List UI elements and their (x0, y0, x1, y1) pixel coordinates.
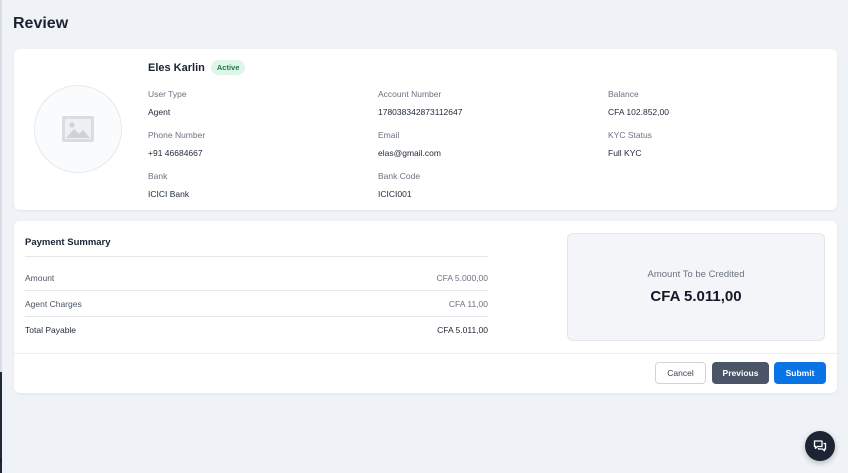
profile-name: Eles Karlin (148, 61, 205, 74)
page-title: Review (13, 15, 69, 32)
email-field: Email elas@gmail.com (378, 130, 441, 158)
payment-summary-title: Payment Summary (25, 237, 111, 248)
image-placeholder-icon (62, 116, 94, 142)
profile-name-row: Eles Karlin Active (148, 60, 246, 75)
chat-button[interactable] (805, 431, 835, 461)
profile-card: Eles Karlin Active User Type Agent Accou… (14, 49, 837, 210)
chevron-left-icon[interactable]: ‹ (0, 455, 3, 467)
bank-label: Bank (148, 171, 168, 181)
amount-credited-box: Amount To be Credited CFA 5.011,00 (567, 233, 825, 341)
kyc-status-field: KYC Status Full KYC (608, 130, 652, 158)
chat-bubbles-icon (813, 440, 827, 452)
summary-row-total-payable: Total Payable CFA 5.011,00 (25, 317, 488, 343)
kyc-status-value: Full KYC (608, 148, 642, 158)
status-badge: Active (210, 60, 246, 75)
bank-code-field: Bank Code ICICI001 (378, 171, 420, 199)
balance-value: CFA 102.852,00 (608, 107, 669, 117)
amount-credited-label: Amount To be Credited (647, 269, 745, 280)
phone-number-value: +91 46684667 (148, 148, 203, 158)
footer-divider (14, 353, 837, 354)
balance-label: Balance (608, 89, 639, 99)
amount-credited-value: CFA 5.011,00 (650, 288, 742, 305)
email-label: Email (378, 130, 400, 140)
balance-field: Balance CFA 102.852,00 (608, 89, 669, 117)
summary-row-amount: Amount CFA 5.000,00 (25, 265, 488, 291)
user-type-label: User Type (148, 89, 187, 99)
summary-row-value: CFA 11,00 (448, 298, 488, 309)
summary-row-value: CFA 5.000,00 (436, 272, 488, 283)
bank-code-value: ICICI001 (378, 189, 412, 199)
cancel-button[interactable]: Cancel (655, 362, 706, 384)
summary-row-value: CFA 5.011,00 (437, 325, 488, 335)
user-type-field: User Type Agent (148, 89, 187, 117)
bank-code-label: Bank Code (378, 171, 421, 181)
user-type-value: Agent (148, 107, 171, 117)
summary-row-label: Total Payable (25, 325, 77, 335)
email-value: elas@gmail.com (378, 148, 441, 158)
account-number-field: Account Number 178038342873112647 (378, 89, 462, 117)
previous-button[interactable]: Previous (712, 362, 769, 384)
account-number-label: Account Number (378, 89, 442, 99)
avatar (34, 85, 122, 173)
submit-button[interactable]: Submit (774, 362, 826, 384)
bank-value: ICICI Bank (148, 189, 190, 199)
payment-summary-card: Payment Summary Amount CFA 5.000,00 Agen… (14, 221, 837, 393)
phone-number-field: Phone Number +91 46684667 (148, 130, 205, 158)
phone-number-label: Phone Number (148, 130, 206, 140)
account-number-value: 178038342873112647 (378, 107, 463, 117)
bank-field: Bank ICICI Bank (148, 171, 189, 199)
summary-row-agent-charges: Agent Charges CFA 11,00 (25, 291, 488, 317)
kyc-status-label: KYC Status (608, 130, 652, 140)
summary-row-label: Amount (25, 272, 55, 283)
summary-row-label: Agent Charges (25, 298, 82, 309)
divider (25, 256, 488, 257)
